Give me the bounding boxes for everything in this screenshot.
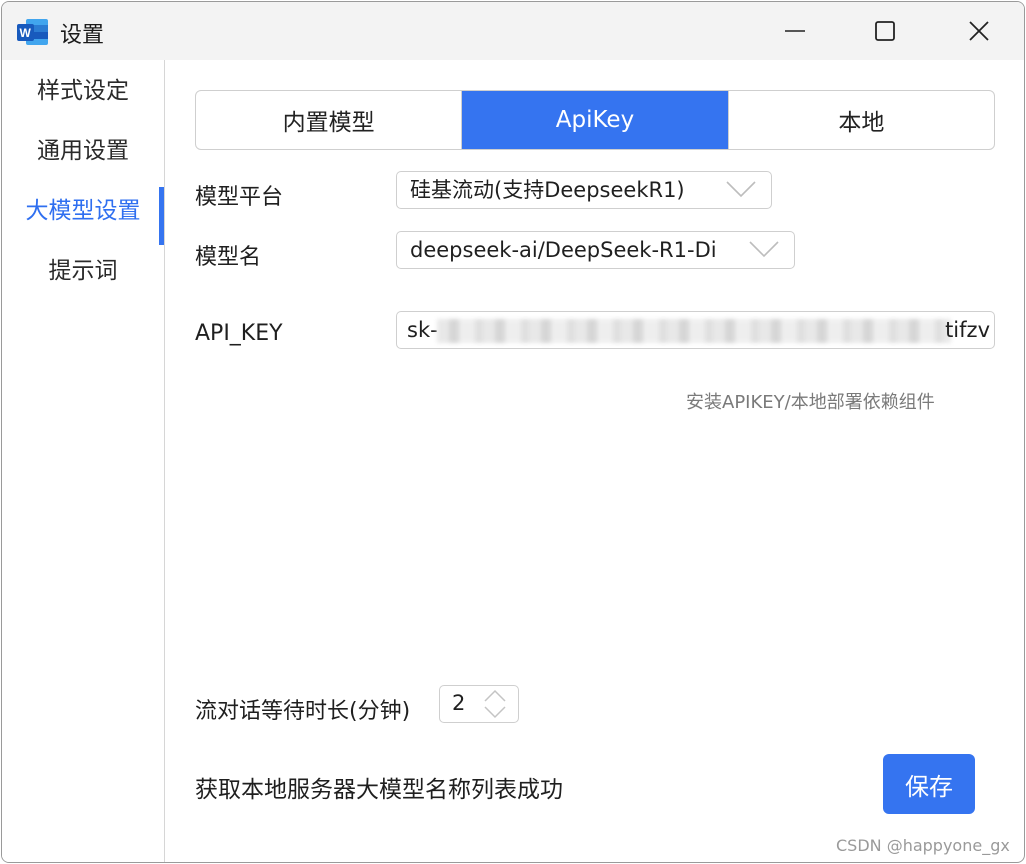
sidebar-item-general[interactable]: 通用设置: [2, 123, 164, 179]
save-button[interactable]: 保存: [883, 754, 975, 814]
sidebar-item-llm[interactable]: 大模型设置: [2, 183, 164, 245]
tab-builtin[interactable]: 内置模型: [196, 91, 461, 149]
settings-window: W 设置 样式设定 通用设置 大模型设置 提示词 内置模型 ApiKey 本地 …: [1, 1, 1025, 863]
word-app-icon: W: [16, 18, 50, 46]
maximize-icon: [875, 21, 895, 41]
minimize-icon: [785, 30, 805, 32]
settings-sidebar: 样式设定 通用设置 大模型设置 提示词: [2, 60, 165, 862]
title-bar: W 设置: [2, 2, 1024, 60]
apikey-suffix: tifzv: [945, 318, 990, 342]
svg-text:W: W: [20, 26, 32, 40]
sidebar-item-label: 大模型设置: [25, 198, 141, 224]
platform-select[interactable]: 硅基流动(支持DeepseekR1): [396, 171, 772, 209]
chevron-down-icon: [726, 181, 756, 198]
platform-label: 模型平台: [195, 185, 284, 210]
model-name-label: 模型名: [195, 245, 262, 270]
maximize-button[interactable]: [862, 10, 908, 52]
wait-duration-label: 流对话等待时长(分钟): [195, 699, 411, 724]
tab-local[interactable]: 本地: [727, 91, 994, 149]
model-source-tabs: 内置模型 ApiKey 本地: [195, 90, 995, 150]
close-icon: [969, 21, 989, 41]
sidebar-item-style[interactable]: 样式设定: [2, 63, 164, 119]
sidebar-item-prompts[interactable]: 提示词: [2, 243, 164, 299]
model-name-select[interactable]: deepseek-ai/DeepSeek-R1-Di: [396, 231, 795, 269]
model-name-value: deepseek-ai/DeepSeek-R1-Di: [410, 238, 717, 262]
apikey-redacted: [437, 319, 951, 343]
status-message: 获取本地服务器大模型名称列表成功: [195, 777, 563, 803]
tab-apikey[interactable]: ApiKey: [461, 91, 728, 149]
install-deps-link[interactable]: 安装APIKEY/本地部署依赖组件: [686, 388, 935, 414]
apikey-prefix: sk-: [407, 318, 438, 342]
wait-duration-value: 2: [452, 691, 466, 715]
minimize-button[interactable]: [772, 10, 818, 52]
chevron-down-icon: [749, 241, 779, 258]
active-indicator: [159, 187, 164, 245]
window-title: 设置: [60, 23, 105, 48]
close-button[interactable]: [956, 10, 1002, 52]
apikey-input[interactable]: sk- tifzv: [396, 311, 995, 349]
wait-duration-spinbox[interactable]: 2: [439, 685, 519, 723]
spin-arrows-icon[interactable]: [482, 688, 508, 720]
platform-value: 硅基流动(支持DeepseekR1): [410, 178, 685, 202]
apikey-label: API_KEY: [195, 321, 283, 346]
main-panel: 内置模型 ApiKey 本地 模型平台 硅基流动(支持DeepseekR1) 模…: [165, 60, 1024, 862]
watermark: CSDN @happyone_gx: [836, 836, 1010, 855]
